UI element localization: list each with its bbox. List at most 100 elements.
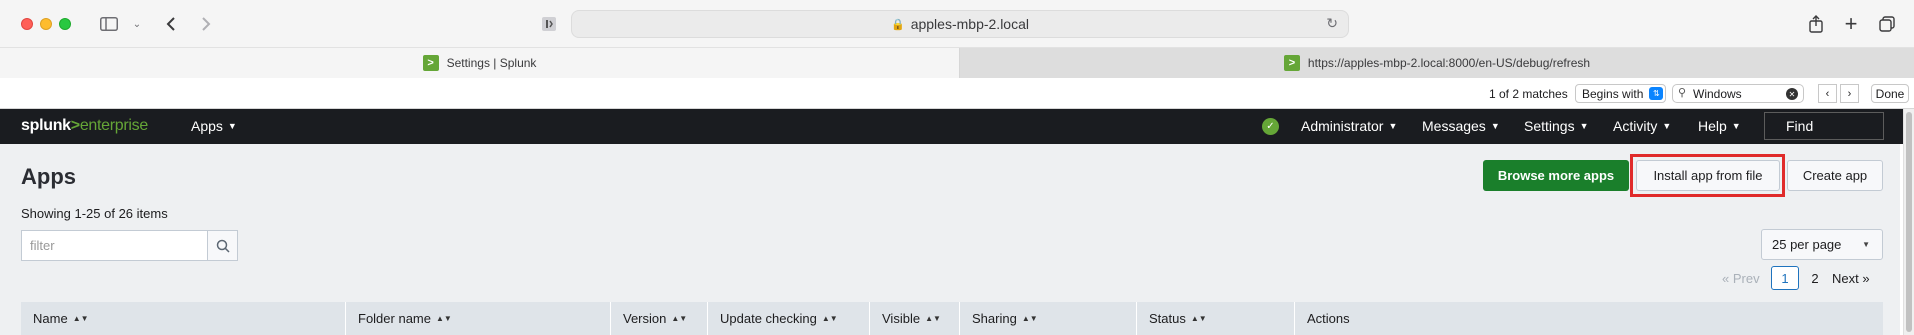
highlight-box [1630, 154, 1785, 197]
caret-down-icon: ▼ [1662, 121, 1672, 131]
page-title: Apps [21, 164, 76, 189]
find-query: Windows [1693, 86, 1742, 101]
nav-activity-label: Activity [1613, 118, 1658, 134]
sort-icon: ▲▼ [821, 314, 838, 323]
tab-title: Settings | Splunk [446, 56, 537, 70]
new-tab-icon[interactable]: + [1842, 11, 1860, 36]
column-header-visible[interactable]: Visible ▲▼ [870, 302, 960, 335]
nav-help-label: Help [1698, 118, 1727, 134]
splunk-favicon-icon: > [422, 55, 439, 71]
find-mode-label: Begins with [1582, 86, 1644, 101]
pager-prev[interactable]: « Prev [1722, 266, 1760, 290]
column-header-status[interactable]: Status ▲▼ [1137, 302, 1295, 335]
column-label: Actions [1307, 311, 1350, 326]
create-app-button[interactable]: Create app [1787, 160, 1883, 191]
sidebar-toggle-icon[interactable] [98, 13, 120, 35]
column-label: Folder name [358, 311, 431, 326]
pager-page-2[interactable]: 2 [1807, 266, 1823, 290]
nav-activity-menu[interactable]: Activity ▼ [1613, 118, 1671, 134]
tab-overview-icon[interactable] [1878, 13, 1896, 35]
nav-find-input[interactable]: Find [1764, 112, 1884, 140]
column-label: Status [1149, 311, 1186, 326]
column-header-version[interactable]: Version ▲▼ [611, 302, 708, 335]
nav-help-menu[interactable]: Help ▼ [1698, 118, 1741, 134]
forward-icon[interactable] [198, 13, 214, 35]
sort-icon: ▲▼ [1190, 314, 1207, 323]
tab-debug-refresh[interactable]: > https://apples-mbp-2.local:8000/en-US/… [960, 48, 1914, 78]
per-page-label: 25 per page [1772, 237, 1842, 252]
pager-page-1[interactable]: 1 [1771, 266, 1799, 290]
nav-apps-label: Apps [191, 118, 223, 134]
search-icon [216, 239, 230, 253]
logo-suffix: enterprise [79, 117, 148, 134]
reader-icon[interactable] [540, 13, 558, 35]
column-header-folder-name[interactable]: Folder name ▲▼ [346, 302, 611, 335]
nav-administrator-menu[interactable]: Administrator ▼ [1301, 118, 1397, 134]
close-window-button[interactable] [21, 18, 33, 30]
find-input[interactable]: ⚲ Windows ✕ [1672, 84, 1804, 103]
browser-toolbar: ⌄ 🔒 apples-mbp-2.local ↻ + [0, 0, 1914, 48]
splunk-top-nav: splunk>enterprise Apps ▼ ✓ Administrator ▼… [0, 109, 1914, 144]
caret-down-icon: ▼ [1388, 121, 1398, 131]
find-next-button[interactable]: › [1840, 84, 1859, 103]
nav-apps-menu[interactable]: Apps ▼ [191, 118, 237, 134]
column-header-name[interactable]: Name ▲▼ [21, 302, 346, 335]
filter-search-button[interactable] [207, 230, 238, 261]
caret-down-icon: ▼ [1579, 121, 1589, 131]
column-label: Version [623, 311, 667, 326]
column-header-actions: Actions [1295, 302, 1883, 335]
scrollbar-thumb[interactable] [1906, 112, 1912, 332]
zoom-window-button[interactable] [59, 18, 71, 30]
address-text: apples-mbp-2.local [910, 16, 1029, 32]
find-previous-button[interactable]: ‹ [1818, 84, 1837, 103]
caret-down-icon: ▼ [1731, 121, 1741, 131]
minimize-window-button[interactable] [40, 18, 52, 30]
page-scrollbar[interactable] [1903, 109, 1914, 335]
share-icon[interactable] [1807, 13, 1825, 35]
tab-title: https://apples-mbp-2.local:8000/en-US/de… [1307, 56, 1591, 70]
find-match-count: 1 of 2 matches [1489, 87, 1568, 101]
caret-down-icon: ▼ [1862, 240, 1870, 249]
column-label: Name [33, 311, 68, 326]
splunk-logo[interactable]: splunk>enterprise [21, 117, 148, 135]
clear-icon[interactable]: ✕ [1786, 88, 1798, 100]
column-label: Update checking [720, 311, 817, 326]
browser-tab-bar: > Settings | Splunk > https://apples-mbp… [0, 48, 1914, 78]
nav-find-placeholder: Find [1786, 118, 1814, 134]
chevron-down-icon[interactable]: ⌄ [130, 13, 144, 35]
find-bar: 1 of 2 matches Begins with ⇅ ⚲ Windows ✕… [0, 79, 1914, 109]
caret-down-icon: ▼ [1490, 121, 1500, 131]
column-header-update-checking[interactable]: Update checking ▲▼ [708, 302, 870, 335]
column-header-sharing[interactable]: Sharing ▲▼ [960, 302, 1137, 335]
nav-messages-label: Messages [1422, 118, 1486, 134]
health-status-icon[interactable]: ✓ [1262, 118, 1279, 135]
find-done-button[interactable]: Done [1871, 84, 1909, 103]
reload-icon[interactable]: ↻ [1326, 15, 1338, 32]
caret-down-icon: ▼ [227, 121, 237, 131]
item-count: Showing 1-25 of 26 items [21, 206, 168, 221]
search-icon: ⚲ [1678, 87, 1687, 99]
apps-page: Apps Showing 1-25 of 26 items filter Bro… [0, 144, 1900, 335]
pager-next[interactable]: Next » [1832, 266, 1870, 290]
logo-prefix: splunk [21, 117, 71, 134]
nav-settings-label: Settings [1524, 118, 1575, 134]
column-label: Visible [882, 311, 921, 326]
find-mode-select[interactable]: Begins with ⇅ [1575, 84, 1667, 103]
address-bar[interactable]: 🔒 apples-mbp-2.local ↻ [571, 10, 1349, 38]
column-label: Sharing [972, 311, 1017, 326]
sort-icon: ▲▼ [671, 314, 688, 323]
per-page-select[interactable]: 25 per page ▼ [1761, 229, 1883, 260]
sort-icon: ▲▼ [435, 314, 452, 323]
tab-settings-splunk[interactable]: > Settings | Splunk [0, 48, 960, 78]
nav-administrator-label: Administrator [1301, 118, 1384, 134]
filter-input[interactable]: filter [21, 230, 208, 261]
back-icon[interactable] [163, 13, 179, 35]
nav-messages-menu[interactable]: Messages ▼ [1422, 118, 1500, 134]
browse-more-apps-button[interactable]: Browse more apps [1483, 160, 1629, 191]
apps-table-header: Name ▲▼ Folder name ▲▼ Version ▲▼ Update ch… [21, 302, 1883, 335]
nav-settings-menu[interactable]: Settings ▼ [1524, 118, 1589, 134]
sort-icon: ▲▼ [925, 314, 941, 323]
logo-gt: > [70, 117, 80, 134]
splunk-favicon-icon: > [1283, 55, 1300, 71]
up-down-chevron-icon: ⇅ [1649, 87, 1664, 100]
